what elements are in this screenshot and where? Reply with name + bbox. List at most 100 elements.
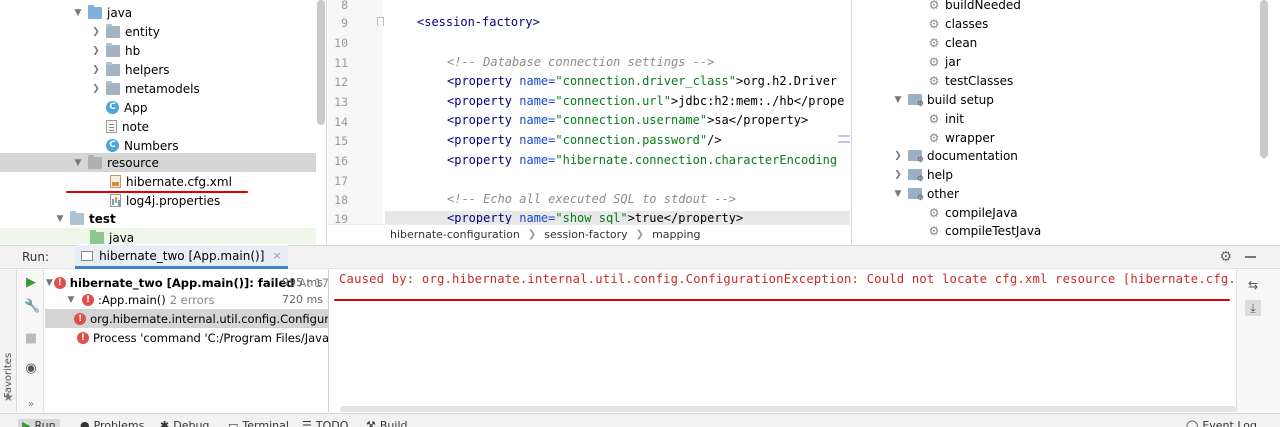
tree-item-helpers[interactable]: ❯ helpers bbox=[0, 60, 316, 79]
scroll-to-end-icon[interactable]: ⤓ bbox=[1245, 300, 1261, 316]
code-line-11: <!-- Database connection settings --> bbox=[447, 55, 715, 69]
tree-item-resource[interactable]: ▼ resource bbox=[0, 153, 316, 172]
gradle-task-buildneeded[interactable]: ⚙ buildNeeded bbox=[928, 0, 1021, 14]
run-error-row[interactable]: ! org.hibernate.internal.util.config.Con… bbox=[45, 309, 328, 328]
tree-item-hibernate-cfg-xml[interactable]: hibernate.cfg.xml bbox=[0, 172, 316, 191]
bottom-tab-build[interactable]: ⚒ Build bbox=[366, 419, 408, 427]
gradle-task-wrapper[interactable]: ⚙ wrapper bbox=[928, 128, 995, 147]
chevron-down-icon[interactable]: ▼ bbox=[72, 8, 84, 18]
chevron-right-icon[interactable]: ❯ bbox=[90, 27, 102, 37]
bottom-tab-problems[interactable]: ● Problems bbox=[80, 419, 144, 427]
gradle-group-build-setup[interactable]: ▼build setup bbox=[892, 90, 994, 109]
gradle-scrollbar[interactable] bbox=[1260, 0, 1268, 158]
tree-item-hb[interactable]: ❯ hb bbox=[0, 41, 316, 60]
chevron-right-icon[interactable]: ❯ bbox=[892, 151, 904, 161]
line-gutter: 8 9 10 11 12 13 14 15 16 17 18 19 bbox=[328, 0, 383, 226]
tree-item-test[interactable]: ▼ test bbox=[0, 209, 316, 228]
chevron-down-icon[interactable]: ▼ bbox=[65, 295, 77, 305]
gradle-group-other[interactable]: ▼other bbox=[892, 184, 959, 203]
gradle-task-compilejava[interactable]: ⚙ compileJava bbox=[928, 203, 1018, 222]
chevron-right-icon[interactable]: ❯ bbox=[90, 46, 102, 56]
console-error-line: Caused by: org.hibernate.internal.util.c… bbox=[339, 272, 1236, 286]
file-icon bbox=[106, 120, 117, 133]
package-icon bbox=[106, 80, 120, 95]
gradle-task-testclasses[interactable]: ⚙ testClasses bbox=[928, 71, 1014, 90]
line-number: 12 bbox=[334, 75, 348, 89]
tree-item-log4j-properties[interactable]: log4j.properties bbox=[0, 191, 316, 210]
close-icon[interactable]: × bbox=[272, 249, 281, 262]
code-line-15: <property name="connection.password"/> bbox=[447, 133, 722, 147]
hammer-icon: ⚒ bbox=[366, 419, 376, 427]
gradle-group-documentation[interactable]: ❯documentation bbox=[892, 146, 1018, 165]
chevron-right-icon[interactable]: ❯ bbox=[892, 170, 904, 180]
gradle-task-jar[interactable]: ⚙ jar bbox=[928, 52, 961, 71]
breadcrumb-item[interactable]: hibernate-configuration bbox=[390, 228, 520, 241]
chevron-down-icon[interactable]: ▼ bbox=[72, 158, 84, 168]
console-horizontal-scrollbar[interactable] bbox=[340, 406, 1236, 412]
tree-item-test-java[interactable]: java bbox=[0, 228, 316, 244]
stop-icon[interactable]: ■ bbox=[24, 332, 38, 346]
chevron-right-icon: ❯ bbox=[635, 229, 645, 240]
code-line-14: <property name="connection.username">sa<… bbox=[447, 113, 809, 127]
run-toolbar: ▶ 🔧 ■ ◉ » bbox=[18, 270, 44, 412]
tree-item-metamodels[interactable]: ❯ metamodels bbox=[0, 79, 316, 98]
run-icon: ▶ bbox=[22, 419, 31, 427]
task-group-icon bbox=[908, 150, 924, 164]
bottom-tab-debug[interactable]: ✱ Debug bbox=[160, 419, 209, 427]
gradle-task-init[interactable]: ⚙ init bbox=[928, 109, 964, 128]
event-log-button[interactable]: ◯ Event Log bbox=[1186, 419, 1257, 427]
run-child-node[interactable]: ▼ ! :App.main() 2 errors 720 ms bbox=[45, 290, 328, 309]
bottom-tab-todo[interactable]: ☰ TODO bbox=[302, 419, 348, 427]
change-marker bbox=[838, 141, 850, 143]
chevron-down-icon[interactable]: ▼ bbox=[46, 278, 53, 288]
class-icon: C bbox=[106, 139, 119, 152]
eye-icon[interactable]: ◉ bbox=[24, 362, 38, 376]
red-annotation-underline bbox=[66, 191, 248, 193]
chevron-right-icon[interactable]: ❯ bbox=[90, 65, 102, 75]
test-folder-icon bbox=[90, 229, 104, 244]
task-group-icon bbox=[908, 188, 924, 202]
code-line-13: <property name="connection.url">jdbc:h2:… bbox=[447, 94, 845, 108]
console-output[interactable]: Caused by: org.hibernate.internal.util.c… bbox=[330, 270, 1236, 412]
run-tab[interactable]: hibernate_two [App.main()] × bbox=[75, 245, 288, 269]
run-error-row[interactable]: ! Process 'command 'C:/Program Files/Jav… bbox=[45, 328, 328, 347]
terminal-icon: ▭ bbox=[228, 419, 239, 427]
tree-item-note[interactable]: note bbox=[0, 117, 316, 136]
task-group-icon bbox=[908, 94, 924, 108]
chevron-right-icon[interactable]: ❯ bbox=[90, 84, 102, 94]
project-tree: ▼ java ❯ entity ❯ hb ❯ helpers ❯ metamod… bbox=[0, 0, 327, 244]
star-icon[interactable]: ★ bbox=[3, 390, 14, 404]
line-number: 11 bbox=[334, 56, 348, 70]
breadcrumb-item[interactable]: mapping bbox=[652, 228, 700, 241]
fold-marker-icon[interactable] bbox=[377, 17, 384, 26]
code-editor[interactable]: 8 9 10 11 12 13 14 15 16 17 18 19 <sessi… bbox=[328, 0, 850, 244]
settings-gear-icon[interactable]: ⚙ bbox=[1219, 249, 1232, 265]
rerun-icon[interactable]: ▶ bbox=[24, 276, 38, 290]
wrench-icon[interactable]: 🔧 bbox=[24, 300, 40, 314]
more-icon[interactable]: » bbox=[24, 398, 38, 412]
tree-item-app[interactable]: C App bbox=[0, 98, 316, 117]
breadcrumb-item[interactable]: session-factory bbox=[544, 228, 627, 241]
chevron-down-icon[interactable]: ▼ bbox=[892, 189, 904, 199]
chevron-down-icon[interactable]: ▼ bbox=[54, 214, 66, 224]
line-number: 16 bbox=[334, 154, 348, 168]
tree-item-entity[interactable]: ❯ entity bbox=[0, 22, 316, 41]
soft-wrap-icon[interactable]: ⇆ bbox=[1245, 277, 1261, 293]
line-number: 9 bbox=[341, 16, 348, 30]
tree-item-java[interactable]: ▼ java bbox=[0, 3, 316, 22]
gradle-task-compiletestjava[interactable]: ⚙ compileTestJava bbox=[928, 221, 1042, 240]
gradle-task-classes[interactable]: ⚙ classes bbox=[928, 14, 989, 33]
gear-icon: ⚙ bbox=[928, 111, 940, 126]
gradle-task-clean[interactable]: ⚙ clean bbox=[928, 33, 978, 52]
todo-icon: ☰ bbox=[302, 419, 312, 427]
bottom-tab-run[interactable]: ▶ Run bbox=[18, 419, 60, 427]
minimize-icon[interactable] bbox=[1245, 256, 1256, 258]
gradle-group-help[interactable]: ❯help bbox=[892, 165, 953, 184]
line-number: 15 bbox=[334, 134, 348, 148]
code-line-18: <!-- Echo all executed SQL to stdout --> bbox=[447, 192, 736, 206]
bottom-tab-terminal[interactable]: ▭ Terminal bbox=[228, 419, 289, 427]
tree-scrollbar[interactable] bbox=[317, 0, 325, 125]
run-results-tree: ▼ ! hibernate_two [App.main()]: failed A… bbox=[45, 270, 329, 412]
chevron-down-icon[interactable]: ▼ bbox=[892, 95, 904, 105]
package-icon bbox=[106, 42, 120, 57]
